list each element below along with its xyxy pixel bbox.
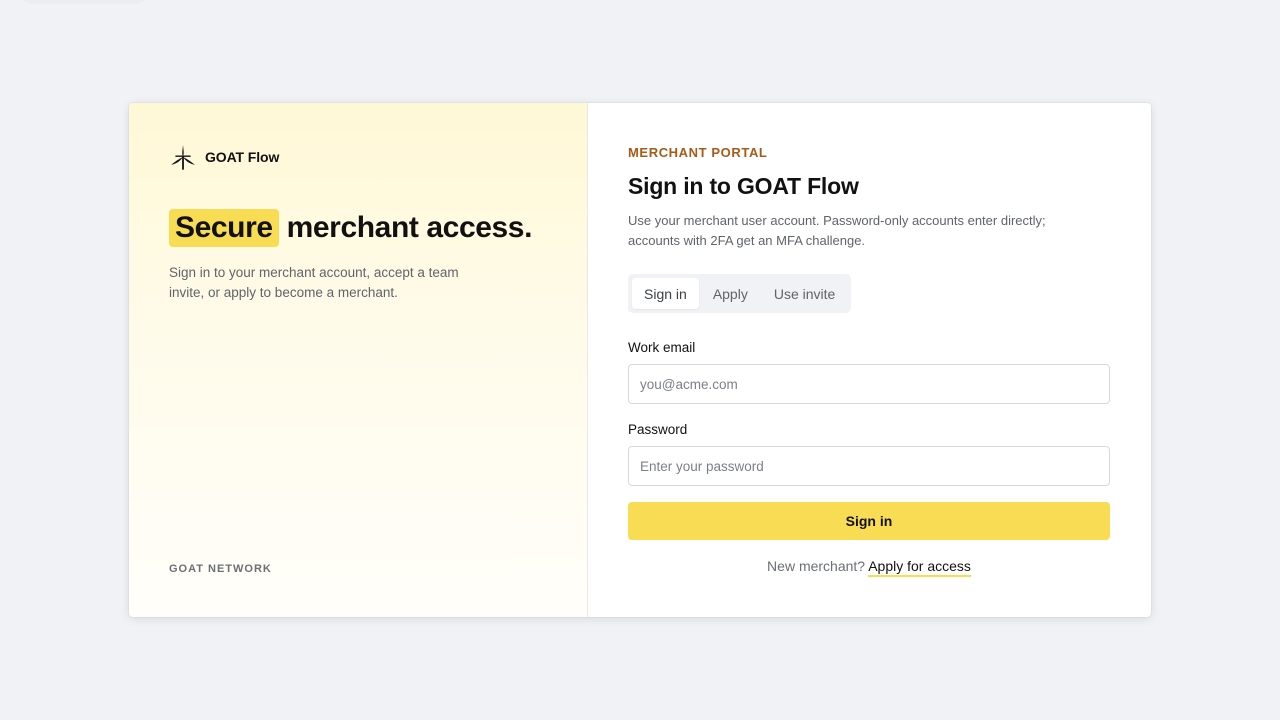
email-field[interactable] (628, 364, 1110, 404)
hero-highlight: Secure (169, 209, 279, 247)
page-description: Use your merchant user account. Password… (628, 213, 1046, 248)
tab-use-invite[interactable]: Use invite (762, 278, 847, 309)
background-decoration (20, 0, 148, 4)
page-title: Sign in to GOAT Flow (628, 173, 859, 199)
brand-logo[interactable]: GOAT Flow (169, 143, 279, 171)
sign-in-button[interactable]: Sign in (628, 502, 1110, 540)
brand-panel: GOAT Flow Secure merchant access. Sign i… (129, 103, 588, 617)
apply-for-access-link[interactable]: Apply for access (868, 558, 971, 577)
hero-headline: Secure merchant access. (169, 209, 533, 247)
apply-prompt: New merchant? Apply for access (628, 558, 1110, 577)
hero-subtitle: Sign in to your merchant account, accept… (169, 265, 459, 300)
password-label: Password (628, 422, 688, 437)
sparkle-star-icon (169, 143, 197, 171)
login-card: GOAT Flow Secure merchant access. Sign i… (129, 103, 1151, 617)
hero-headline-rest: merchant access. (286, 211, 533, 244)
apply-prompt-text: New merchant? (767, 558, 866, 574)
signin-panel: MERCHANT PORTAL Sign in to GOAT Flow Use… (588, 103, 1151, 617)
tab-apply[interactable]: Apply (701, 278, 760, 309)
tab-sign-in[interactable]: Sign in (632, 278, 699, 309)
password-field[interactable] (628, 446, 1110, 486)
network-label: GOAT NETWORK (169, 563, 272, 575)
email-label: Work email (628, 340, 696, 355)
auth-tabs: Sign in Apply Use invite (628, 274, 852, 313)
brand-name: GOAT Flow (205, 149, 280, 165)
portal-eyebrow: MERCHANT PORTAL (628, 145, 768, 160)
